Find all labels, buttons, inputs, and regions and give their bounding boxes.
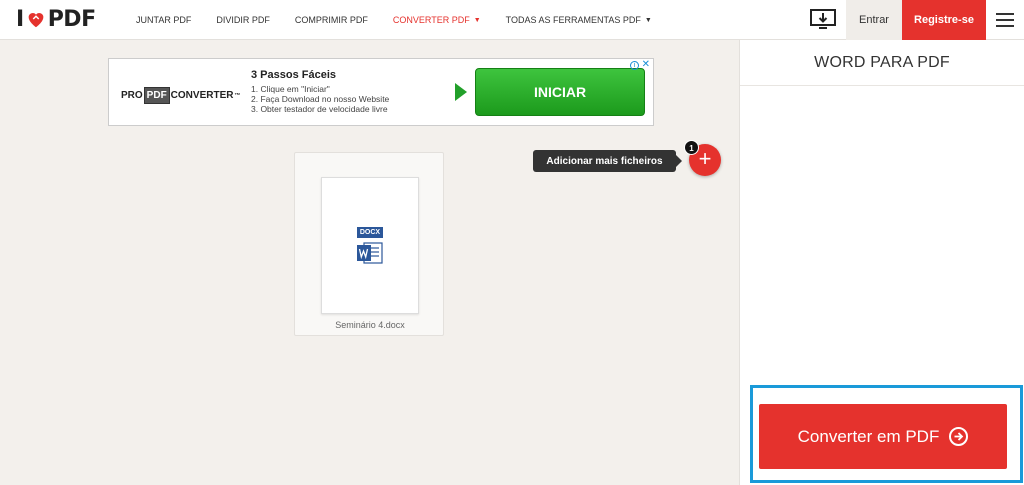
file-count-badge: 1 — [684, 140, 699, 155]
ad-start-button[interactable]: INICIAR — [475, 68, 645, 116]
plus-icon: + — [698, 146, 712, 171]
ilovepdf-logo[interactable]: I PDF — [16, 6, 96, 32]
ad-brand-logo: PRO PDF CONVERTER ™ — [121, 87, 240, 104]
convert-button-highlight: Converter em PDF — [750, 385, 1023, 483]
top-header: I PDF JUNTAR PDF DIVIDIR PDF COMPRIMIR P… — [0, 0, 1024, 40]
nav-juntar-pdf[interactable]: JUNTAR PDF — [136, 15, 191, 25]
desktop-download-icon — [810, 9, 836, 29]
nav-todas-ferramentas[interactable]: TODAS AS FERRAMENTAS PDF ▼ — [506, 15, 652, 25]
add-files-tooltip: Adicionar mais ficheiros — [533, 150, 682, 172]
ad-banner[interactable]: PRO PDF CONVERTER ™ 3 Passos Fáceis 1. C… — [108, 58, 654, 126]
ad-info-icon[interactable]: i — [630, 61, 639, 70]
heart-icon — [28, 13, 44, 28]
ad-step: 2. Faça Download no nosso Website — [251, 94, 390, 104]
file-name: Seminário 4.docx — [335, 320, 405, 330]
login-button[interactable]: Entrar — [846, 0, 902, 40]
logo-text-post: PDF — [47, 6, 96, 32]
hamburger-menu-button[interactable] — [986, 0, 1024, 40]
desktop-download-button[interactable] — [800, 0, 846, 40]
file-preview: DOCX — [321, 177, 419, 314]
arrow-right-circle-icon — [949, 427, 969, 446]
options-sidebar: WORD PARA PDF Converter em PDF — [739, 40, 1024, 485]
word-document-icon — [357, 241, 383, 264]
convert-button-label: Converter em PDF — [797, 426, 940, 446]
sidebar-title: WORD PARA PDF — [740, 40, 1024, 86]
ad-step: 3. Obter testador de velocidade livre — [251, 104, 388, 114]
nav-converter-pdf[interactable]: CONVERTER PDF ▼ — [393, 15, 481, 25]
main-nav: JUNTAR PDF DIVIDIR PDF COMPRIMIR PDF CON… — [136, 0, 677, 40]
register-button[interactable]: Registre-se — [902, 0, 986, 40]
nav-comprimir-pdf[interactable]: COMPRIMIR PDF — [295, 15, 368, 25]
header-actions: Entrar Registre-se — [800, 0, 1024, 40]
ad-step: 1. Clique em "Iniciar" — [251, 84, 330, 94]
hamburger-icon — [996, 11, 1014, 29]
logo-text-pre: I — [16, 6, 24, 32]
file-type-badge: DOCX — [356, 226, 384, 238]
play-arrow-icon — [455, 83, 467, 101]
ad-title: 3 Passos Fáceis — [251, 69, 337, 81]
caret-down-icon: ▼ — [473, 16, 481, 24]
ad-close-icon[interactable]: ✕ — [642, 59, 650, 70]
ad-copy: 3 Passos Fáceis 1. Clique em "Iniciar" 2… — [251, 69, 389, 114]
caret-down-icon: ▼ — [644, 16, 652, 24]
nav-dividir-pdf[interactable]: DIVIDIR PDF — [216, 15, 270, 25]
file-card[interactable]: DOCX Seminário 4.docx — [294, 152, 444, 336]
convert-to-pdf-button[interactable]: Converter em PDF — [759, 404, 1007, 469]
